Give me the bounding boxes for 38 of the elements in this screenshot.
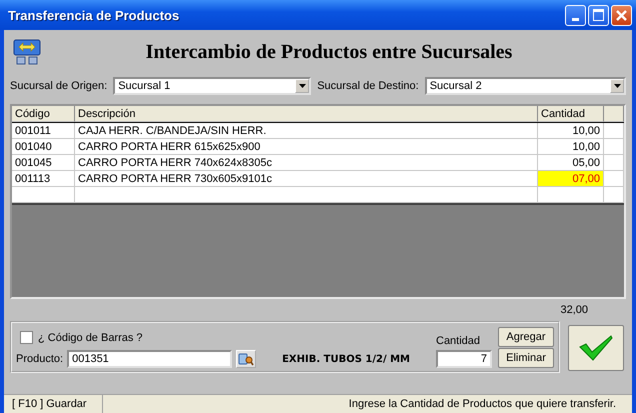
caret-icon[interactable]	[614, 84, 620, 88]
checkmark-icon[interactable]	[579, 335, 613, 361]
action-button[interactable]: Eliminar	[498, 348, 554, 368]
total-amount: 32,00	[560, 304, 588, 316]
field-label: Sucursal de Origen:	[10, 80, 108, 92]
checkbox[interactable]	[20, 331, 33, 344]
close-button[interactable]	[611, 4, 632, 26]
column-header[interactable]: Cantidad	[538, 106, 604, 122]
dropdown[interactable]: Sucursal 1	[113, 77, 312, 95]
product-field[interactable]: 001351	[67, 350, 232, 368]
close-icon[interactable]	[615, 8, 628, 22]
checkbox-label: ¿ Código de Barras ?	[38, 332, 143, 344]
column-header[interactable]: Código	[12, 106, 75, 122]
table-row[interactable]: 001011 CAJA HERR. C/BANDEJA/SIN HERR. 10,00	[12, 123, 624, 139]
table-cell	[12, 187, 75, 203]
confirm-button[interactable]	[568, 325, 624, 371]
window-title: Transferencia de Productos	[8, 8, 180, 22]
caret-icon[interactable]	[298, 84, 306, 88]
dropdown[interactable]: Sucursal 2	[424, 77, 626, 95]
minimize-button[interactable]	[565, 4, 586, 26]
status-text: [ F10 ] Guardar	[4, 395, 103, 413]
table-row[interactable]: 001040 CARRO PORTA HERR 615x625x900 10,00	[12, 139, 624, 155]
transfer-icon	[12, 37, 42, 67]
table-cell	[538, 187, 604, 203]
status-text: Ingrese la Cantidad de Productos que quiere transferir.	[348, 398, 617, 410]
field-label: Producto:	[16, 353, 64, 365]
maximize-button[interactable]	[588, 4, 609, 26]
field-label: Cantidad	[436, 335, 480, 347]
table-row[interactable]: 001045 CARRO PORTA HERR 740x624x8305c 05,00	[12, 155, 624, 171]
table-cell	[604, 187, 624, 203]
page-heading: Intercambio de Productos entre Sucursales	[144, 40, 514, 64]
action-button[interactable]: Agregar	[498, 327, 554, 347]
product-description: EXHIB. TUBOS 1/2/ MM	[282, 354, 410, 364]
table-cell: 07,00	[538, 171, 604, 187]
field-label: Sucursal de Destino:	[317, 80, 419, 92]
column-header[interactable]: Descripción	[75, 106, 538, 122]
table-row[interactable]: 001113 CARRO PORTA HERR 730x605x9101c 07,00	[12, 171, 624, 187]
quantity-field[interactable]: 7	[436, 350, 492, 368]
